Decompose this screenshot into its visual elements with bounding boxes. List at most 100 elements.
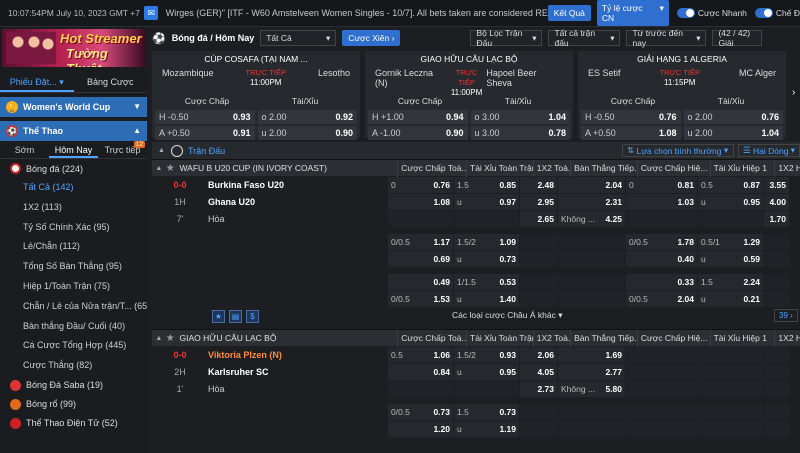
sidebar-item-first-last-goal[interactable]: Bàn thắng Đầu/ Cuối (40) [0,317,147,337]
odds-cell[interactable]: u 0.21 [698,290,764,307]
sidebar-item-half-full[interactable]: Hiệp 1/Toàn Trận (75) [0,277,147,297]
odds-cell[interactable]: u 2.00 0.90 [257,126,357,140]
sidebar-item-all[interactable]: Tất Cả (142) [0,178,147,198]
odds-cell[interactable]: 0/0.5 1.53 [388,290,454,307]
sidebar-item-esports[interactable]: Thể Thao Điện Tử (52) [0,414,147,433]
odds-cell[interactable]: u 2.00 1.04 [683,126,783,140]
market-filter-select[interactable]: Tất Cả ▾ [260,30,337,46]
stats-icon[interactable]: ▤ [229,309,242,323]
sidebar-item-correct-score[interactable]: Tỷ Số Chính Xác (95) [0,218,147,238]
live-card[interactable]: CÚP COSAFA (TẠI NAM ... Mozambique TRỰC … [152,51,360,140]
sidebar-item-mix-parlay[interactable]: Cá Cược Tổng Hợp (445) [0,336,147,356]
theme-toggle[interactable]: Chế Đ [754,8,800,19]
odds-cell[interactable]: H +1.00 0.94 [368,110,468,124]
sidebar-item-outright[interactable]: Cược Thắng (82) [0,356,147,376]
match-filter-select[interactable]: Tất cả trận đấu ▾ [548,28,621,48]
odds-cell[interactable]: 1.70 [764,210,790,227]
odds-cell[interactable]: 1.5 0.85 [454,176,520,193]
results-button[interactable]: Kết Quả [547,5,591,21]
odds-cell[interactable]: A -1.00 0.90 [368,126,468,140]
promo-banner[interactable]: Hot Streamer Tường Thuật [2,29,145,67]
odds-cell[interactable]: 0/0.5 1.17 [388,233,454,250]
odds-cell[interactable]: 1.03 [626,193,698,210]
odds-cell[interactable]: o 2.00 0.92 [257,110,357,124]
odds-cell[interactable]: o 3.00 1.04 [470,110,570,124]
odds-cell[interactable]: 0.49 [388,273,454,290]
odds-cell[interactable]: u 0.97 [454,193,520,210]
odds-cell[interactable]: 0.5/1 1.29 [698,233,764,250]
odds-cell[interactable]: H -0.50 0.93 [155,110,255,124]
odds-cell[interactable]: 0.33 [626,273,698,290]
odds-cell[interactable]: 1/1.5 0.53 [454,273,520,290]
sidebar-item-1x2[interactable]: 1X2 (113) [0,198,147,218]
sidebar-item-basketball[interactable]: Bóng rổ (99) [0,395,147,414]
live-card[interactable]: GIAO HỮU CÂU LẠC BỘ Gornik Leczna (N) TR… [365,51,573,140]
collapse-icon[interactable]: ▲ [152,165,166,172]
odds-cell[interactable]: 1.5/2 1.09 [454,233,520,250]
sidebar-item-saba-football[interactable]: Bóng Đá Saba (19) [0,376,147,395]
odds-cell[interactable]: 0.5 0.87 [698,176,764,193]
sort-mode-select[interactable]: ⇅ Lựa chọn bình thường ▾ [622,144,734,157]
tab-today[interactable]: Hôm Nay [49,141,98,158]
star-icon[interactable]: ★ [166,163,180,174]
odds-cell[interactable]: 1.20 [388,420,454,437]
favorite-star-icon[interactable]: ★ [212,309,225,323]
sidebar-item-half-odd-even[interactable]: Chẵn / Lẻ của Nửa trận/T... (65) [0,297,147,317]
odds-cell[interactable]: 2.31 [558,193,626,210]
sidebar-item-total-goals[interactable]: Tổng Số Bàn Thắng (95) [0,257,147,277]
league-row[interactable]: ▲ ★ GIAO HỮU CÂU LẠC BỘ Cược Chấp Toà...… [152,329,800,347]
odds-cell[interactable]: u 0.95 [698,193,764,210]
odds-cell[interactable]: u 3.00 0.78 [470,126,570,140]
odds-cell[interactable]: u 0.59 [698,250,764,267]
odds-cell[interactable]: Không ... 5.80 [558,380,626,397]
sort-select[interactable]: Từ trước đến nay ▾ [626,28,707,48]
odds-cell[interactable]: 1.08 [388,193,454,210]
odds-cell[interactable]: u 0.73 [454,250,520,267]
odds-cell[interactable]: H -0.50 0.76 [581,110,681,124]
odds-cell[interactable]: 1.5 2.24 [698,273,764,290]
odds-cell[interactable]: 0/0.5 0.73 [388,403,454,420]
more-asian-bets-link[interactable]: Các loại cược Châu Á khác ▾ [452,310,563,321]
odds-cell[interactable]: 2.65 [520,210,558,227]
tab-early[interactable]: Sớm [0,141,49,158]
sidebar-item-odd-even[interactable]: Lẻ/Chẵn (112) [0,237,147,257]
more-count-badge[interactable]: 39 › [774,309,798,322]
odds-cell[interactable]: A +0.50 1.08 [581,126,681,140]
odds-cell[interactable]: 4.00 [764,193,790,210]
odds-cell[interactable]: 2.95 [520,193,558,210]
sidebar-item-football[interactable]: Bóng đá (224) [0,159,147,178]
odds-cell[interactable]: 2.06 [520,346,558,363]
odds-cell[interactable]: 2.04 [558,176,626,193]
dollar-icon[interactable]: $ [246,309,259,323]
odds-cell[interactable]: 1.5/2 0.93 [454,346,520,363]
odds-cell[interactable]: 0/0.5 1.78 [626,233,698,250]
odds-cell[interactable]: A +0.50 0.91 [155,126,255,140]
odds-cell[interactable]: 4.05 [520,363,558,380]
odds-cell[interactable]: 2.73 [520,380,558,397]
tab-bet-table[interactable]: Bảng Cược [74,71,148,92]
odds-cell[interactable]: 3.55 [764,176,790,193]
fast-bet-toggle[interactable]: Cược Nhanh [676,8,747,19]
odds-cell[interactable]: 1.69 [558,346,626,363]
odds-cell[interactable]: 0/0.5 2.04 [626,290,698,307]
odds-cell[interactable]: o 2.00 0.76 [683,110,783,124]
parlay-button[interactable]: Cược Xiên › [342,30,401,46]
league-filter-select[interactable]: Bộ Lọc Trận Đấu ▾ [470,28,543,48]
odds-cell[interactable]: 0 0.76 [388,176,454,193]
odds-type-select[interactable]: Tỷ lệ cược CN ▾ [596,0,669,26]
announcement-icon[interactable]: ✉ [144,6,158,20]
odds-cell[interactable]: u 1.19 [454,420,520,437]
live-card[interactable]: GIẢI HẠNG 1 ALGERIA ES Setif TRỰC TIẾP 11… [578,51,786,140]
odds-cell[interactable]: 0 0.81 [626,176,698,193]
odds-cell[interactable]: 0.5 1.06 [388,346,454,363]
odds-cell[interactable]: 1.5 0.73 [454,403,520,420]
odds-cell[interactable]: 2.77 [558,363,626,380]
collapse-icon[interactable]: ▲ [152,335,166,342]
odds-cell[interactable]: u 1.40 [454,290,520,307]
sports-header[interactable]: ⚽ Thể Thao ▲ [0,121,147,141]
odds-cell[interactable]: 0.84 [388,363,454,380]
tab-bet-slip[interactable]: Phiếu Đặt... ▾ [0,71,74,92]
odds-cell[interactable]: u 0.95 [454,363,520,380]
star-icon[interactable]: ★ [166,333,180,344]
odds-cell[interactable]: Không ... 4.25 [558,210,626,227]
